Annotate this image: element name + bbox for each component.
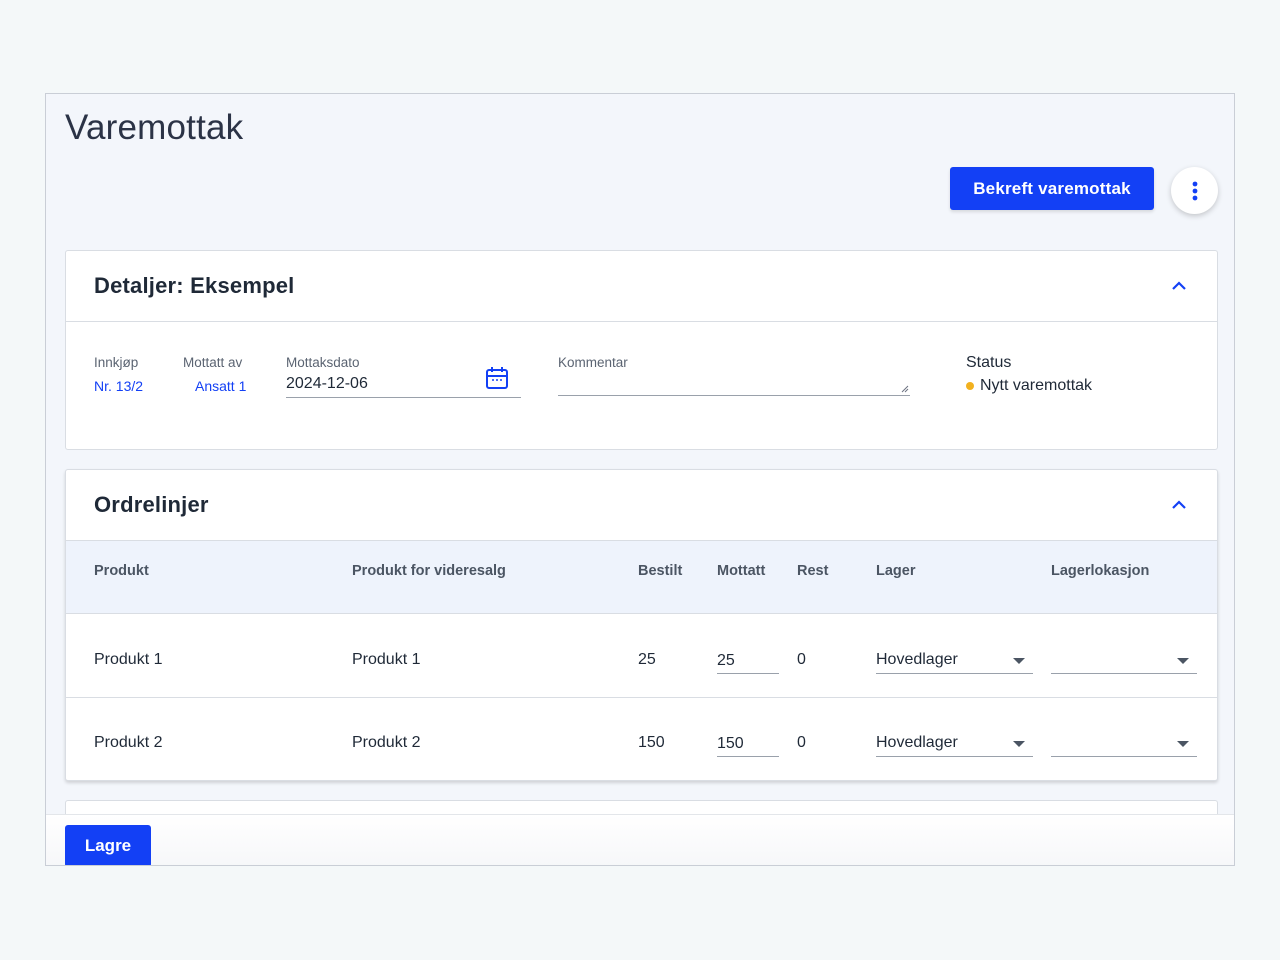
status-text: Nytt varemottak — [980, 377, 1093, 394]
received-by-label: Mottatt av — [183, 355, 243, 370]
date-field[interactable]: 2024-12-06 — [286, 355, 521, 398]
cell-ordered: 25 — [638, 651, 656, 668]
details-header[interactable]: Detaljer: Eksempel — [66, 251, 1217, 322]
confirm-receipt-button[interactable]: Bekreft varemottak — [950, 167, 1154, 210]
column-header-rest: Rest — [797, 563, 829, 579]
location-select[interactable] — [1051, 732, 1197, 757]
order-lines-title: Ordrelinjer — [94, 492, 209, 517]
order-lines-card: Ordrelinjer Produkt Produkt for videresa… — [65, 469, 1218, 781]
app-frame: Varemottak Bekreft varemottak Detaljer: … — [45, 93, 1235, 866]
column-header-location: Lagerlokasjon — [1051, 563, 1150, 579]
table-row: Produkt 1 Produkt 1 25 25 0 Hovedlager — [66, 615, 1217, 698]
received-quantity-input[interactable]: 150 — [717, 732, 779, 757]
warehouse-value: Hovedlager — [876, 651, 958, 668]
status-dot-icon — [966, 382, 974, 390]
location-select[interactable] — [1051, 649, 1197, 674]
cell-resale-product: Produkt 1 — [352, 651, 421, 668]
dropdown-caret-icon — [1177, 741, 1189, 747]
cell-resale-product: Produkt 2 — [352, 734, 421, 751]
table-header: Produkt Produkt for videresalg Bestilt M… — [66, 541, 1217, 614]
purchase-link[interactable]: Nr. 13/2 — [94, 378, 143, 394]
footer-bar: Lagre — [46, 814, 1234, 865]
calendar-icon[interactable] — [485, 365, 509, 391]
column-header-received: Mottatt — [717, 563, 766, 579]
warehouse-select[interactable]: Hovedlager — [876, 649, 1033, 674]
received-quantity-input[interactable]: 25 — [717, 649, 779, 674]
more-actions-button[interactable] — [1171, 167, 1218, 214]
details-card: Detaljer: Eksempel Innkjøp Nr. 13/2 Mott… — [65, 250, 1218, 450]
table-row: Produkt 2 Produkt 2 150 150 0 Hovedlager — [66, 698, 1217, 781]
dropdown-caret-icon — [1013, 741, 1025, 747]
cell-product: Produkt 1 — [94, 651, 163, 668]
column-header-ordered: Bestilt — [638, 563, 683, 579]
warehouse-value: Hovedlager — [876, 734, 958, 751]
cell-rest: 0 — [797, 651, 806, 668]
cell-rest: 0 — [797, 734, 806, 751]
column-header-resale-product: Produkt for videresalg — [352, 563, 506, 579]
dropdown-caret-icon — [1177, 658, 1189, 664]
dropdown-caret-icon — [1013, 658, 1025, 664]
resize-handle-icon[interactable] — [901, 385, 909, 393]
column-header-warehouse: Lager — [876, 563, 916, 579]
details-title: Detaljer: Eksempel — [94, 273, 295, 298]
column-header-product: Produkt — [94, 563, 149, 579]
status-label: Status — [966, 354, 1012, 371]
purchase-label: Innkjøp — [94, 355, 139, 370]
cell-product: Produkt 2 — [94, 734, 163, 751]
comment-textarea[interactable] — [558, 355, 910, 396]
chevron-up-icon[interactable] — [1171, 279, 1187, 291]
received-by-link[interactable]: Ansatt 1 — [195, 378, 246, 394]
cell-ordered: 150 — [638, 734, 665, 751]
date-value[interactable]: 2024-12-06 — [286, 375, 368, 393]
kebab-menu-icon — [1192, 181, 1197, 200]
page-title: Varemottak — [65, 108, 244, 147]
warehouse-select[interactable]: Hovedlager — [876, 732, 1033, 757]
save-button[interactable]: Lagre — [65, 825, 151, 865]
status-badge: Nytt varemottak — [966, 377, 1092, 395]
chevron-up-icon[interactable] — [1171, 498, 1187, 510]
order-lines-header[interactable]: Ordrelinjer — [66, 470, 1217, 541]
